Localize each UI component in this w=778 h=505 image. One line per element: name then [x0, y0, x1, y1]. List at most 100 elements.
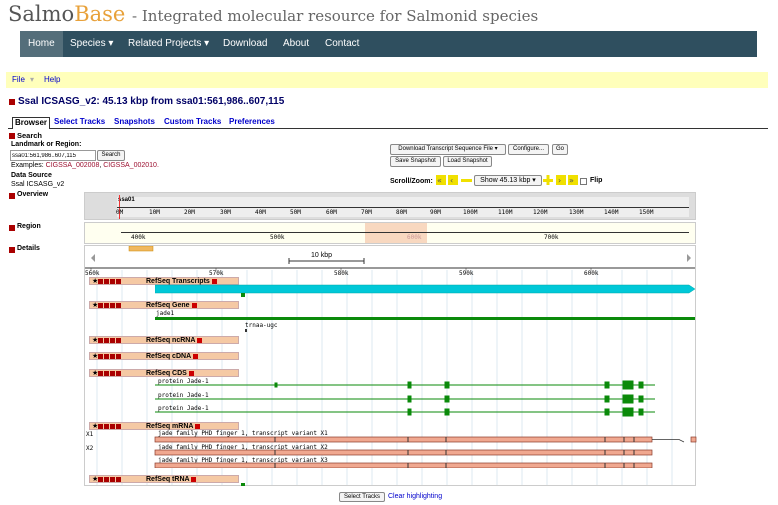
- tab-select-tracks[interactable]: Select Tracks: [54, 117, 105, 126]
- track-config-icon[interactable]: [110, 303, 116, 308]
- ov-tick: 70M: [361, 209, 372, 216]
- menu-file[interactable]: File: [12, 72, 25, 88]
- ov-tick: 130M: [569, 209, 584, 216]
- track-config-icon[interactable]: [110, 354, 116, 359]
- search-section-title: Search: [17, 131, 43, 140]
- track-help-icon[interactable]: [116, 338, 122, 343]
- track-config-icon[interactable]: [110, 477, 116, 482]
- details-collapse-icon[interactable]: [9, 247, 15, 253]
- zoom-out-icon[interactable]: [461, 179, 472, 182]
- track-share-icon[interactable]: [104, 424, 110, 429]
- example-link-1[interactable]: CIGSSA_002008: [46, 162, 100, 169]
- transcript-feature[interactable]: [155, 284, 697, 294]
- track-help-icon[interactable]: [116, 354, 122, 359]
- pan-left-icon[interactable]: [91, 254, 95, 262]
- svg-text:»: »: [569, 176, 574, 185]
- ov-tick: 110M: [498, 209, 513, 216]
- gene-feature-trna[interactable]: [245, 329, 247, 332]
- track-close-icon[interactable]: [98, 279, 104, 284]
- download-sequence-select[interactable]: Download Transcript Sequence File ▾: [390, 144, 506, 155]
- tab-snapshots[interactable]: Snapshots: [114, 117, 155, 126]
- nav-download[interactable]: Download: [223, 31, 267, 57]
- go-button[interactable]: Go: [552, 144, 568, 155]
- track-help-icon[interactable]: [116, 424, 122, 429]
- nav-contact[interactable]: Contact: [325, 31, 359, 57]
- track-help-icon[interactable]: [116, 279, 122, 284]
- gene-name-trna: trnaa-ugc: [245, 322, 278, 329]
- cds-features[interactable]: [155, 380, 660, 420]
- zoom-in-icon[interactable]: [546, 175, 550, 185]
- trna-feature[interactable]: [241, 483, 245, 486]
- region-tick: 400k: [131, 234, 146, 241]
- track-title: RefSeq Gene: [146, 302, 190, 309]
- nav-about[interactable]: About: [283, 31, 309, 57]
- overview-panel[interactable]: ssa01 0M 10M 20M 30M 40M 50M 60M 70M 80M…: [84, 192, 696, 220]
- ov-tick: 120M: [533, 209, 548, 216]
- nav-species[interactable]: Species ▾: [70, 31, 113, 57]
- track-close-icon[interactable]: [98, 424, 104, 429]
- site-logo[interactable]: SalmoBase - Integrated molecular resourc…: [8, 2, 538, 26]
- nav-home[interactable]: Home: [20, 31, 63, 57]
- chrom-name: ssa01: [118, 197, 135, 203]
- track-share-icon[interactable]: [104, 279, 110, 284]
- track-close-icon[interactable]: [98, 477, 104, 482]
- track-share-icon[interactable]: [104, 338, 110, 343]
- overview-ruler: [117, 207, 689, 208]
- details-drag-bar[interactable]: [128, 246, 154, 252]
- landmark-input[interactable]: [10, 150, 96, 161]
- ov-tick: 140M: [604, 209, 619, 216]
- track-info-icon[interactable]: [192, 353, 198, 359]
- flip-checkbox[interactable]: [580, 178, 587, 185]
- track-share-icon[interactable]: [104, 371, 110, 376]
- track-title: RefSeq ncRNA: [146, 337, 196, 344]
- tab-browser[interactable]: Browser: [12, 117, 51, 129]
- save-snapshot-button[interactable]: Save Snapshot: [390, 156, 441, 167]
- track-help-icon[interactable]: [116, 371, 122, 376]
- track-icons: ★: [92, 476, 122, 483]
- clear-highlighting-link[interactable]: Clear highlighting: [388, 493, 442, 500]
- small-transcript-feature[interactable]: [241, 293, 245, 297]
- region-ruler: [121, 232, 689, 233]
- track-info-icon[interactable]: [191, 302, 197, 308]
- select-tracks-button[interactable]: Select Tracks: [339, 492, 385, 502]
- tab-preferences[interactable]: Preferences: [229, 117, 275, 126]
- track-config-icon[interactable]: [110, 424, 116, 429]
- track-title: RefSeq mRNA: [146, 423, 194, 430]
- flip-label: Flip: [590, 177, 603, 184]
- zoom-level-select[interactable]: Show 45.13 kbp ▾: [474, 175, 542, 186]
- region-collapse-icon[interactable]: [9, 225, 15, 231]
- track-config-icon[interactable]: [110, 338, 116, 343]
- track-help-icon[interactable]: [116, 477, 122, 482]
- track-close-icon[interactable]: [98, 371, 104, 376]
- search-button[interactable]: Search: [97, 150, 125, 161]
- overview-collapse-icon[interactable]: [9, 193, 15, 199]
- track-share-icon[interactable]: [104, 354, 110, 359]
- pan-right-icon[interactable]: [687, 254, 691, 262]
- tab-custom-tracks[interactable]: Custom Tracks: [164, 117, 221, 126]
- track-close-icon[interactable]: [98, 338, 104, 343]
- ov-tick: 30M: [220, 209, 231, 216]
- track-share-icon[interactable]: [104, 303, 110, 308]
- track-info-icon[interactable]: [191, 476, 197, 482]
- gbrowse-menubar: File ▾ Help: [6, 72, 768, 88]
- configure-button[interactable]: Configure...: [508, 144, 549, 155]
- track-share-icon[interactable]: [104, 477, 110, 482]
- mrna-features[interactable]: [154, 436, 699, 468]
- track-close-icon[interactable]: [98, 354, 104, 359]
- example-link-2[interactable]: CIGSSA_002010.: [103, 162, 159, 169]
- track-info-icon[interactable]: [197, 337, 203, 343]
- track-info-icon[interactable]: [195, 423, 201, 429]
- track-config-icon[interactable]: [110, 371, 116, 376]
- region-panel[interactable]: 400k 500k 600k 700k: [84, 222, 696, 244]
- search-collapse-icon[interactable]: [9, 133, 15, 139]
- nav-related-projects[interactable]: Related Projects ▾: [128, 31, 209, 57]
- track-help-icon[interactable]: [116, 303, 122, 308]
- track-info-icon[interactable]: [211, 278, 217, 284]
- menu-help[interactable]: Help: [44, 72, 60, 88]
- collapse-icon[interactable]: [9, 99, 15, 105]
- load-snapshot-button[interactable]: Load Snapshot: [443, 156, 492, 167]
- track-info-icon[interactable]: [188, 370, 194, 376]
- gene-feature-jade1[interactable]: [155, 317, 695, 320]
- track-close-icon[interactable]: [98, 303, 104, 308]
- track-config-icon[interactable]: [110, 279, 116, 284]
